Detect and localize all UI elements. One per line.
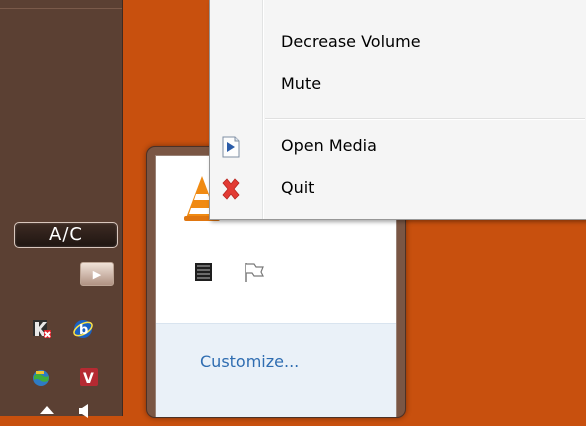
browser-b-icon[interactable]: b (72, 318, 94, 340)
menu-item-label: Mute (281, 74, 322, 93)
menu-item-label: Decrease Volume (281, 32, 421, 51)
menu-item-quit[interactable]: Quit (210, 171, 586, 205)
taskbar: A/C ▶ b V (0, 0, 123, 418)
menu-item-open-media[interactable]: Open Media (210, 129, 586, 163)
network-globe-icon[interactable] (30, 366, 52, 388)
menu-item-label: Quit (281, 178, 315, 197)
open-media-icon (222, 136, 240, 158)
triangle-right-icon: ▶ (92, 267, 102, 281)
menu-item-mute[interactable]: Mute (210, 67, 586, 101)
customize-link[interactable]: Customize... (200, 352, 299, 371)
volume-icon[interactable] (76, 404, 98, 426)
quit-icon (222, 178, 240, 200)
taskbar-divider (0, 8, 122, 9)
flag-icon[interactable] (242, 260, 266, 284)
svg-text:V: V (83, 371, 94, 387)
menu-item-decrease-volume[interactable]: Decrease Volume (210, 25, 586, 59)
kaspersky-icon[interactable] (31, 318, 53, 340)
ac-power-indicator[interactable]: A/C (14, 222, 118, 248)
v-app-icon[interactable]: V (78, 366, 100, 388)
vlc-tray-context-menu: Decrease Volume Mute Open Media Quit (209, 0, 586, 220)
arrow-up-icon[interactable] (36, 404, 58, 426)
menu-separator-highlight (265, 119, 585, 120)
menu-item-label: Open Media (281, 136, 377, 155)
svg-text:b: b (79, 323, 88, 338)
action-center-monitor-icon[interactable] (192, 260, 216, 284)
show-hidden-icons-button[interactable]: ▶ (80, 262, 114, 286)
